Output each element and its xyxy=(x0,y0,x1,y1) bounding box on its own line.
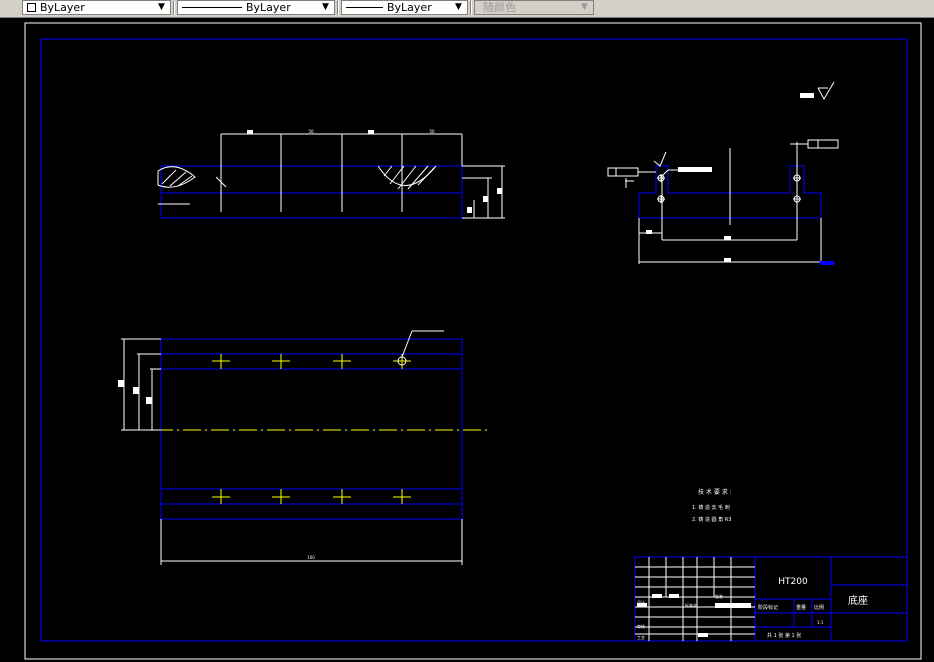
layer-combo-value: ByLayer xyxy=(40,1,85,14)
scale-label: 比例 xyxy=(814,604,824,611)
chevron-down-icon[interactable]: ▼ xyxy=(452,1,465,14)
plotstyle-combo[interactable]: 随颜色 ▼ xyxy=(474,0,594,15)
part-name: 底座 xyxy=(848,594,868,607)
title-block-entry xyxy=(652,594,662,598)
title-block-entry xyxy=(669,594,679,598)
process-label: 工艺 xyxy=(637,635,645,640)
stage-label: 阶段标记 xyxy=(758,604,778,611)
drawing-canvas[interactable]: 50 50 100 技 术 要 求: 1. 铸 造 去 毛 刺 2. 铸 造 … xyxy=(0,17,934,662)
layer-combo[interactable]: ByLayer ▼ xyxy=(22,0,171,15)
dimension-marker xyxy=(247,130,253,134)
linetype-preview-icon xyxy=(182,7,242,8)
lineweight-combo[interactable]: ByLayer ▼ xyxy=(341,0,468,15)
notes-line: 2. 铸 造 圆 角 R3 xyxy=(692,516,731,523)
side-view xyxy=(607,81,839,264)
dimension-marker xyxy=(146,397,152,404)
dimension-marker xyxy=(497,188,502,194)
sheet-outer-border xyxy=(24,22,922,660)
checker-label: 审核 xyxy=(637,623,645,629)
chevron-down-icon[interactable]: ▼ xyxy=(578,1,591,14)
date-label: 批准 xyxy=(715,593,723,599)
standard-label: 标准化 xyxy=(685,602,697,608)
toolbar-separator xyxy=(173,1,175,15)
dimension-marker xyxy=(646,230,652,234)
properties-toolbar: ByLayer ▼ ByLayer ▼ ByLayer ▼ 随颜色 ▼ xyxy=(0,0,934,18)
material-label: HT200 xyxy=(778,577,808,587)
front-view xyxy=(157,133,505,219)
scale-value: 1:1 xyxy=(817,620,824,625)
title-block-entry xyxy=(715,603,751,608)
dimension-marker xyxy=(368,130,374,134)
linetype-combo[interactable]: ByLayer ▼ xyxy=(177,0,335,15)
dimension-marker xyxy=(724,258,731,262)
notes-line: 1. 铸 造 去 毛 刺 xyxy=(692,504,730,511)
dimension-marker xyxy=(483,196,488,202)
chevron-down-icon[interactable]: ▼ xyxy=(319,1,332,14)
dimension-marker xyxy=(724,236,731,240)
dimension-text: 100 xyxy=(307,555,315,560)
toolbar-separator xyxy=(470,1,472,15)
chevron-down-icon[interactable]: ▼ xyxy=(155,1,168,14)
notes-title: 技 术 要 求 : xyxy=(698,488,732,496)
dimension-marker xyxy=(467,207,472,213)
revision-grid xyxy=(635,557,755,641)
dimension-tag xyxy=(820,261,834,265)
dimension-text: 50 xyxy=(429,129,435,134)
dimension-text: 50 xyxy=(308,129,314,134)
title-block-entry xyxy=(698,633,708,637)
title-block-entry xyxy=(637,603,647,607)
plotstyle-combo-value: 随颜色 xyxy=(483,1,516,14)
top-view xyxy=(121,330,490,565)
color-swatch-icon xyxy=(27,3,36,12)
weight-label: 重量 xyxy=(796,604,806,611)
dimension-marker xyxy=(133,387,139,394)
toolbar-separator xyxy=(337,1,339,15)
roughness-label xyxy=(800,93,814,98)
linetype-combo-value: ByLayer xyxy=(246,1,291,14)
sheet-info: 共 1 张 第 1 张 xyxy=(767,632,801,639)
lineweight-preview-icon xyxy=(346,7,383,8)
lineweight-combo-value: ByLayer xyxy=(387,1,432,14)
dimension-marker xyxy=(118,380,124,387)
sheet-inner-frame xyxy=(40,38,908,642)
feature-label xyxy=(678,167,712,172)
